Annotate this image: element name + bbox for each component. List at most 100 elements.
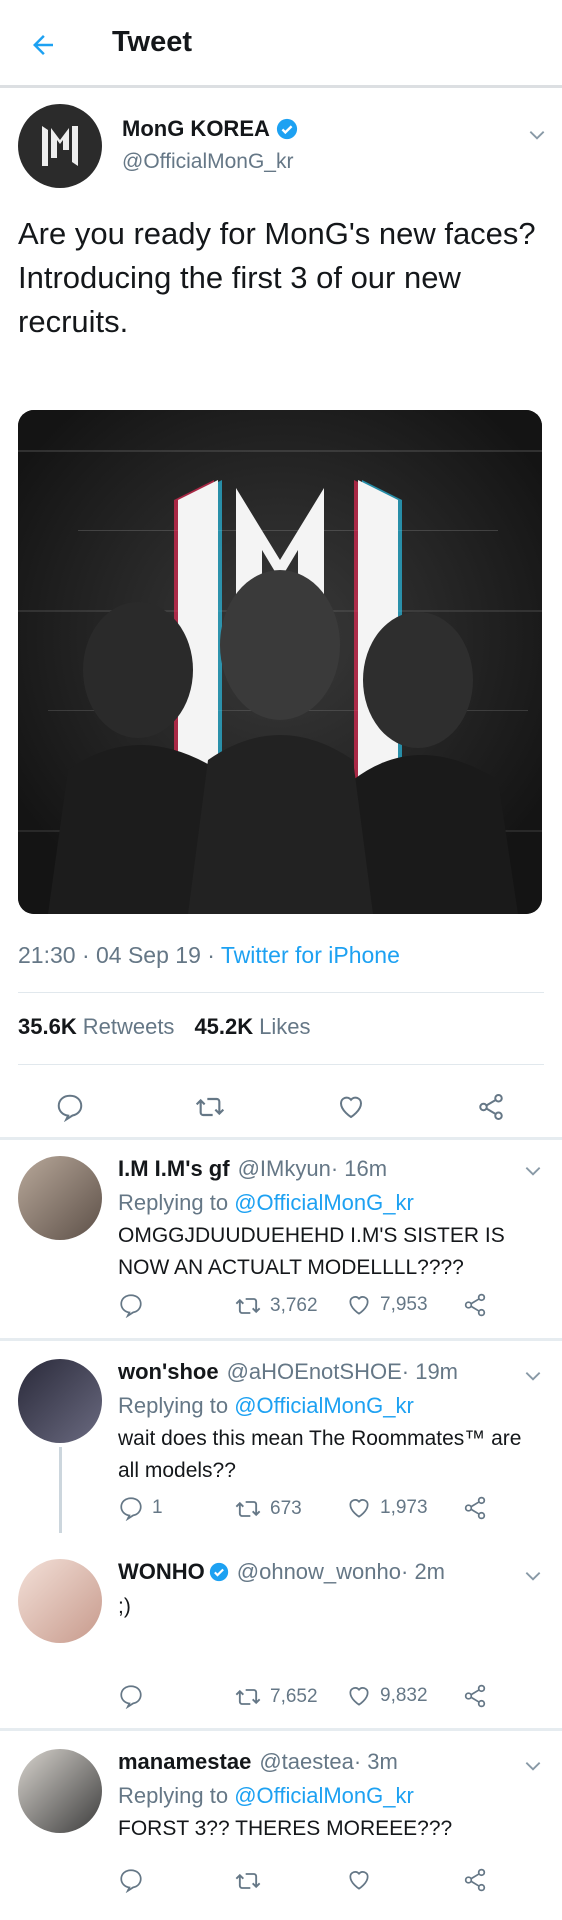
reply-item[interactable]: won'shoe @aHOEnotSHOE · 19m Replying to … [0, 1341, 562, 1731]
replying-to: Replying to @OfficialMonG_kr [118, 1783, 414, 1809]
like-button[interactable]: 1,973 [346, 1495, 428, 1521]
comment-count: 1 [152, 1497, 163, 1518]
tweet-text: Are you ready for MonG's new faces? Intr… [18, 216, 536, 339]
like-count: 7,953 [380, 1294, 428, 1315]
retweet-button[interactable]: 7,652 [234, 1683, 318, 1711]
reply-text: ;) [118, 1595, 131, 1618]
reply-text: OMGGJDUUDUEHEHD I.M'S SISTER IS NOW AN A… [118, 1224, 505, 1279]
reply-button[interactable] [118, 1292, 144, 1318]
retweet-button[interactable] [234, 1867, 262, 1895]
thread-line [59, 1447, 62, 1533]
reply-actions: 1 673 1,973 [118, 1495, 538, 1529]
like-button[interactable] [346, 1867, 372, 1893]
reply-button[interactable]: 1 [118, 1495, 163, 1521]
reply-author-name[interactable]: won'shoe [118, 1359, 219, 1385]
avatar[interactable] [18, 1156, 102, 1240]
reply-options-button[interactable] [522, 1160, 544, 1182]
author-avatar[interactable] [18, 104, 102, 188]
share-icon [464, 1496, 486, 1520]
reply-header: WONHO @ohnow_wonho · 2m [118, 1559, 445, 1585]
reply-options-button[interactable] [522, 1565, 544, 1587]
share-icon [464, 1293, 486, 1317]
reply-text: wait does this mean The Roommates™ are a… [118, 1427, 522, 1482]
reply-text: FORST 3?? THERES MOREEE??? [118, 1817, 453, 1840]
like-button[interactable] [334, 1090, 368, 1124]
replying-to-handle[interactable]: @OfficialMonG_kr [234, 1190, 414, 1215]
retweet-count: 7,652 [270, 1686, 318, 1707]
reply-author-name[interactable]: manamestae [118, 1749, 251, 1775]
comment-icon [120, 1497, 142, 1521]
share-button[interactable] [462, 1683, 488, 1709]
avatar[interactable] [18, 1749, 102, 1833]
retweet-button[interactable]: 673 [234, 1495, 302, 1523]
reply-button[interactable] [118, 1683, 144, 1709]
replying-to-prefix: Replying to [118, 1393, 235, 1418]
replying-to-prefix: Replying to [118, 1783, 235, 1808]
reply-author-name[interactable]: I.M I.M's gf [118, 1156, 230, 1182]
comment-icon [120, 1685, 142, 1709]
tweet-meta: 21:30 · 04 Sep 19 · Twitter for iPhone [18, 942, 400, 969]
tweet-source-link[interactable]: Twitter for iPhone [221, 942, 400, 968]
likes-label: Likes [259, 1014, 311, 1039]
reply-button[interactable] [118, 1867, 144, 1893]
reply-handle[interactable]: @taestea [259, 1749, 354, 1775]
heart-icon [349, 1687, 369, 1706]
reply-options-button[interactable] [522, 1365, 544, 1387]
comment-icon [120, 1294, 142, 1318]
reply-time: · 19m [401, 1359, 459, 1384]
reply-options-button[interactable] [522, 1755, 544, 1777]
retweet-icon [235, 1689, 261, 1705]
like-count: 9,832 [380, 1685, 428, 1706]
share-button[interactable] [462, 1867, 488, 1893]
author-name[interactable]: MonG KOREA [122, 116, 298, 142]
reply-handle[interactable]: @IMkyun [238, 1156, 331, 1182]
reply-header: won'shoe @aHOEnotSHOE · 19m [118, 1359, 458, 1385]
reply-header: I.M I.M's gf @IMkyun · 16m [118, 1156, 387, 1182]
author-handle[interactable]: @OfficialMonG_kr [122, 150, 293, 174]
comment-icon [57, 1094, 83, 1122]
reply-time: · 2m [401, 1559, 445, 1584]
retweets-stat[interactable]: 35.6K Retweets [18, 1014, 174, 1040]
author-name-text: MonG KOREA [122, 116, 270, 141]
reply-item[interactable]: manamestae @taestea · 3m Replying to @Of… [0, 1731, 562, 1920]
share-button[interactable] [462, 1292, 488, 1318]
heart-icon [349, 1499, 369, 1518]
retweet-button[interactable] [193, 1090, 227, 1124]
reply-handle[interactable]: @ohnow_wonho [237, 1559, 401, 1585]
retweet-icon [235, 1298, 261, 1314]
tweet-options-button[interactable] [526, 124, 548, 146]
replying-to: Replying to @OfficialMonG_kr [118, 1190, 414, 1216]
retweet-icon [235, 1873, 261, 1889]
reply-button[interactable] [53, 1090, 87, 1124]
retweet-count: 3,762 [270, 1295, 318, 1316]
retweet-button[interactable]: 3,762 [234, 1292, 318, 1320]
share-icon [464, 1684, 486, 1708]
back-button[interactable] [26, 28, 60, 62]
brand-logo-icon [42, 126, 78, 166]
page-title: Tweet [112, 26, 193, 58]
like-button[interactable]: 9,832 [346, 1683, 428, 1709]
share-button[interactable] [474, 1090, 508, 1124]
chevron-down-icon [525, 1762, 541, 1771]
replying-to-prefix: Replying to [118, 1190, 235, 1215]
share-button[interactable] [462, 1495, 488, 1521]
heart-icon [339, 1096, 363, 1119]
tweet-actions [0, 1072, 562, 1142]
reply-author-name[interactable]: WONHO [118, 1559, 229, 1585]
likes-stat[interactable]: 45.2K Likes [194, 1014, 310, 1040]
reply-handle[interactable]: @aHOEnotSHOE [227, 1359, 402, 1385]
heart-icon [349, 1871, 369, 1890]
tweet-image[interactable] [18, 410, 542, 914]
avatar[interactable] [18, 1359, 102, 1443]
like-button[interactable]: 7,953 [346, 1292, 428, 1318]
avatar[interactable] [18, 1559, 102, 1643]
retweet-icon [235, 1501, 261, 1517]
replying-to-handle[interactable]: @OfficialMonG_kr [234, 1783, 414, 1808]
reply-actions: 3,762 7,953 [118, 1292, 538, 1326]
replying-to-handle[interactable]: @OfficialMonG_kr [234, 1393, 414, 1418]
chevron-down-icon [525, 1167, 541, 1176]
retweets-label: Retweets [82, 1014, 175, 1039]
top-bar: Tweet [0, 0, 562, 88]
reply-time: · 3m [353, 1749, 398, 1774]
reply-item[interactable]: I.M I.M's gf @IMkyun · 16m Replying to @… [0, 1140, 562, 1338]
